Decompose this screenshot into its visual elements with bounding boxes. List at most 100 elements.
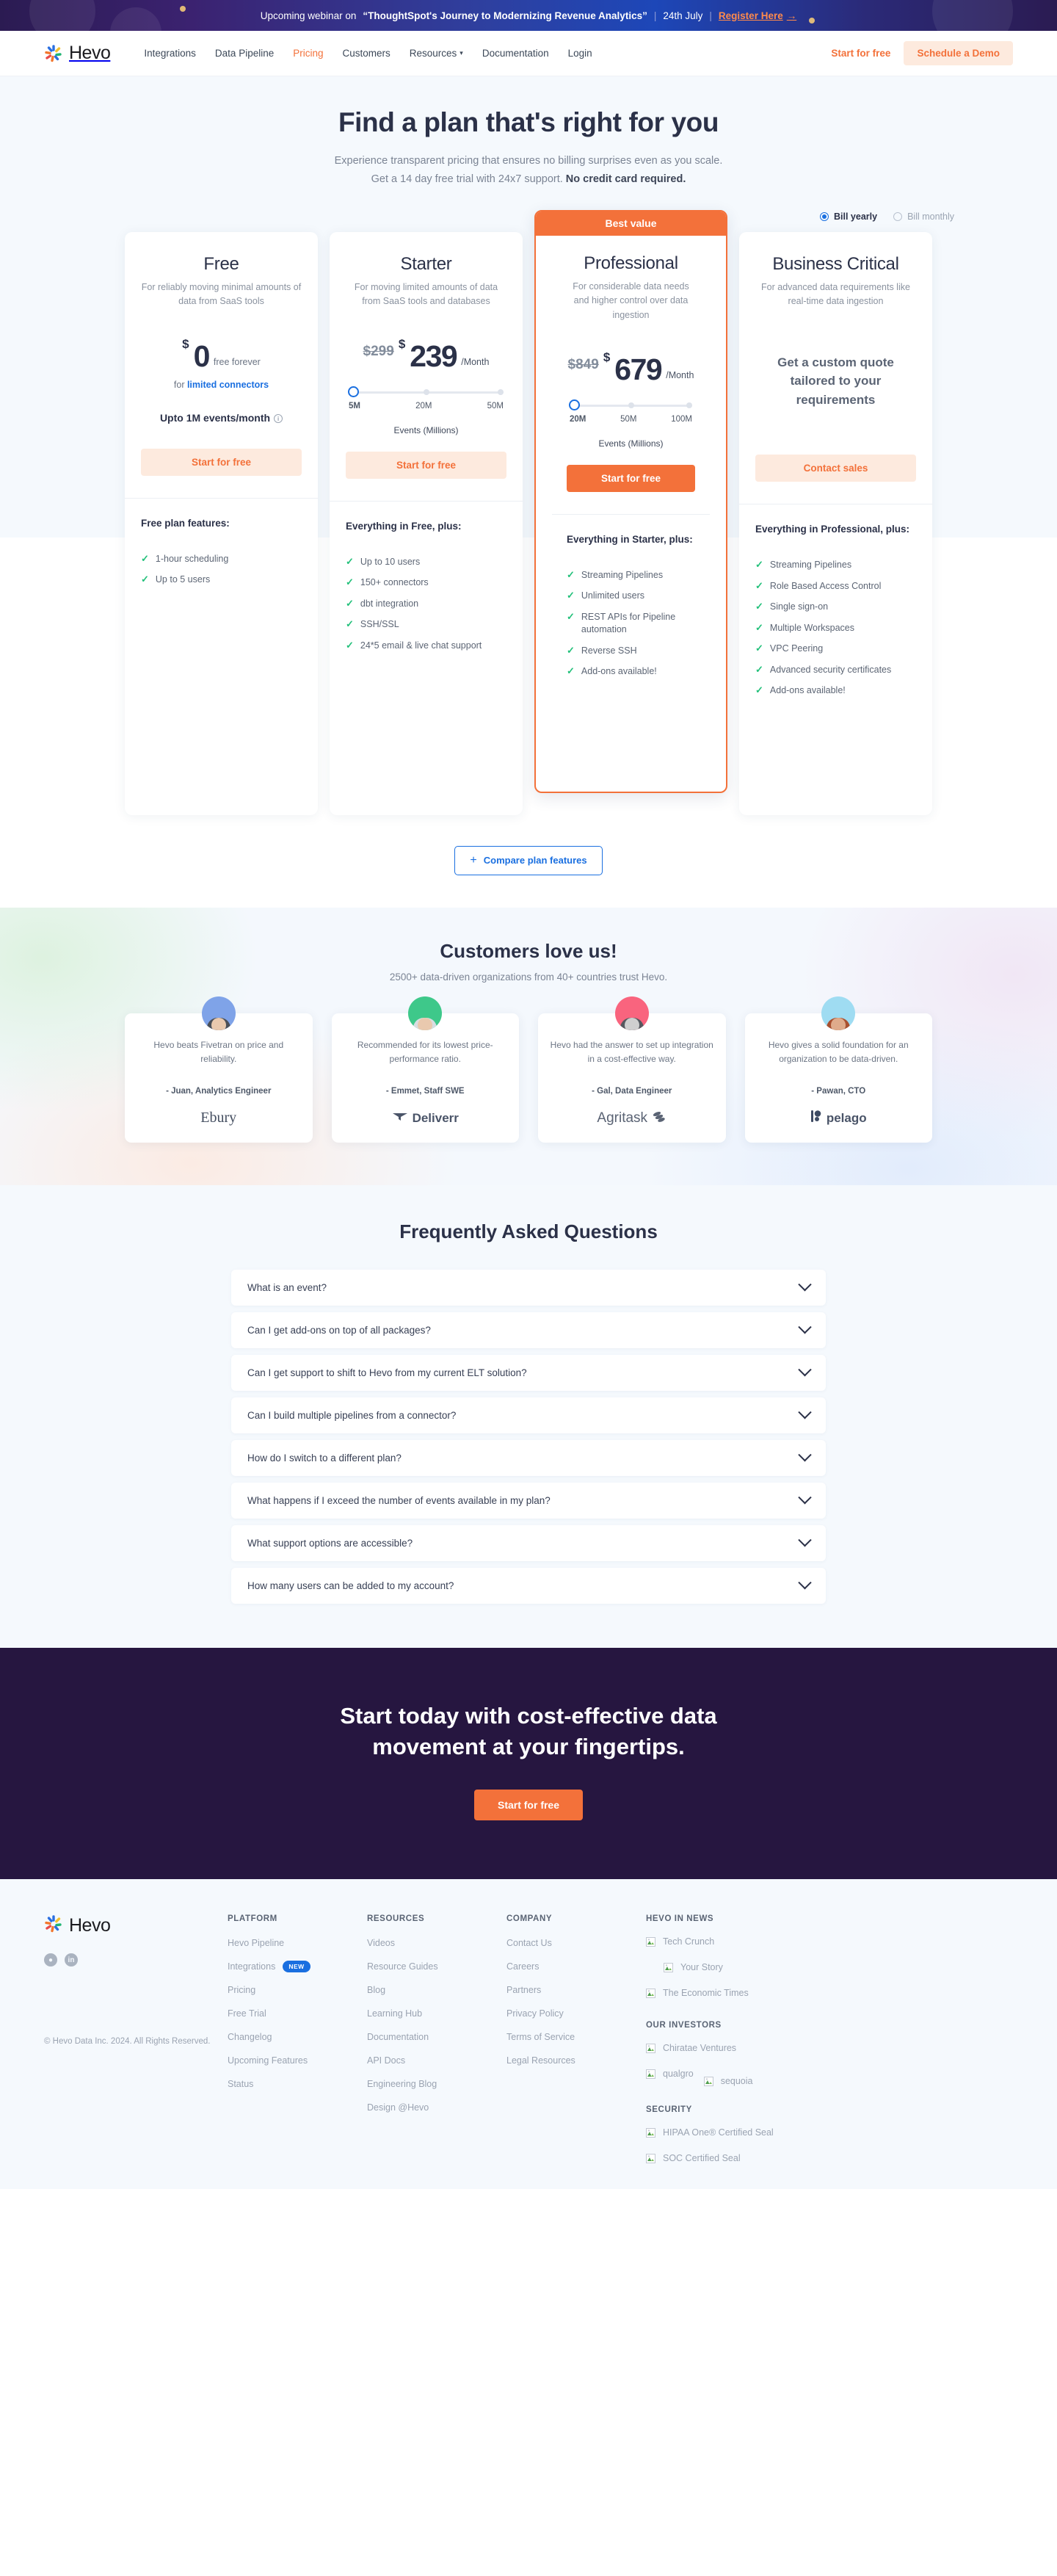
slider-knob[interactable] bbox=[348, 386, 359, 397]
faq-question: Can I build multiple pipelines from a co… bbox=[247, 1409, 457, 1421]
footer-link-hevo-pipeline[interactable]: Hevo Pipeline bbox=[228, 1938, 284, 1948]
divider bbox=[125, 497, 318, 499]
faq-item[interactable]: How many users can be added to my accoun… bbox=[231, 1567, 826, 1604]
plan-card-starter: Starter For moving limited amounts of da… bbox=[330, 231, 523, 815]
footer-link-design-hevo[interactable]: Design @Hevo bbox=[367, 2102, 429, 2113]
footer-link-videos[interactable]: Videos bbox=[367, 1938, 395, 1948]
nav-item-documentation[interactable]: Documentation bbox=[482, 48, 549, 59]
footer-link-legal-resources[interactable]: Legal Resources bbox=[506, 2055, 575, 2066]
plan-cta-professional[interactable]: Start for free bbox=[567, 464, 695, 492]
feature-item: ✓ Streaming Pipelines bbox=[567, 569, 695, 582]
faq-item[interactable]: How do I switch to a different plan? bbox=[231, 1439, 826, 1476]
footer-link-privacy-policy[interactable]: Privacy Policy bbox=[506, 2008, 564, 2019]
plan-cta-free[interactable]: Start for free bbox=[141, 448, 302, 476]
list-item: Engineering Blog bbox=[367, 2077, 506, 2091]
footer-link-api-docs[interactable]: API Docs bbox=[367, 2055, 405, 2066]
footer-link-terms-of-service[interactable]: Terms of Service bbox=[506, 2032, 575, 2042]
investor-link-chiratae[interactable]: Chiratae Ventures bbox=[646, 2043, 736, 2054]
cta-band-start-free-button[interactable]: Start for free bbox=[473, 1790, 584, 1821]
plan-cta-business-critical[interactable]: Contact sales bbox=[755, 455, 916, 482]
hevo-logo-link[interactable]: Hevo bbox=[44, 43, 111, 64]
hevo-logo-icon bbox=[44, 1914, 63, 1937]
events-slider-starter[interactable]: 5M 20M 50M bbox=[346, 386, 506, 410]
footer-link-partners[interactable]: Partners bbox=[506, 1985, 541, 1995]
security-link-hipaa[interactable]: HIPAA One® Certified Seal bbox=[646, 2127, 774, 2138]
slider-knob[interactable] bbox=[569, 399, 580, 411]
avatar-head bbox=[418, 1017, 433, 1030]
footer-link-documentation[interactable]: Documentation bbox=[367, 2032, 429, 2042]
linkedin-icon[interactable]: in bbox=[65, 1953, 78, 1967]
broken-image-icon bbox=[646, 2128, 655, 2138]
slider-track[interactable] bbox=[569, 399, 692, 411]
footer-link-careers[interactable]: Careers bbox=[506, 1961, 539, 1972]
chevron-down-icon[interactable] bbox=[798, 1405, 812, 1419]
register-here-link[interactable]: Register Here → bbox=[719, 10, 796, 21]
footer-link-blog[interactable]: Blog bbox=[367, 1985, 385, 1995]
footer-link-pricing[interactable]: Pricing bbox=[228, 1985, 255, 1995]
slider-stop[interactable] bbox=[628, 402, 634, 409]
info-icon[interactable]: i bbox=[274, 413, 283, 423]
schedule-demo-button[interactable]: Schedule a Demo bbox=[904, 41, 1013, 65]
billing-toggle-wrap: Bill yearly Bill monthly bbox=[0, 203, 1057, 232]
faq-item[interactable]: What support options are accessible? bbox=[231, 1524, 826, 1561]
footer-link-integrations[interactable]: Integrations NEW bbox=[228, 1961, 310, 1973]
faq-item[interactable]: What happens if I exceed the number of e… bbox=[231, 1482, 826, 1519]
chevron-down-icon[interactable] bbox=[798, 1490, 812, 1505]
footer-link-resource-guides[interactable]: Resource Guides bbox=[367, 1961, 438, 1972]
nav-start-free-link[interactable]: Start for free bbox=[831, 48, 890, 59]
footer-link-changelog[interactable]: Changelog bbox=[228, 2032, 272, 2042]
investor-link-qualgro[interactable]: qualgro bbox=[646, 2069, 694, 2080]
billing-option-yearly[interactable]: Bill yearly bbox=[820, 211, 877, 222]
features-list-starter: ✓ Up to 10 users ✓ 150+ connectors ✓ dbt in… bbox=[346, 556, 506, 653]
news-link-your-story[interactable]: Your Story bbox=[664, 1962, 723, 1973]
footer-link-free-trial[interactable]: Free Trial bbox=[228, 2008, 266, 2019]
twitter-icon[interactable]: ● bbox=[44, 1953, 57, 1967]
pricing-section: Free For reliably moving minimal amounts… bbox=[0, 209, 1057, 820]
chevron-down-icon[interactable] bbox=[798, 1277, 812, 1292]
feature-label: Advanced security certificates bbox=[769, 664, 892, 675]
nav-item-data-pipeline[interactable]: Data Pipeline bbox=[215, 48, 274, 59]
faq-item[interactable]: Can I get support to shift to Hevo from … bbox=[231, 1354, 826, 1391]
slider-stop[interactable] bbox=[423, 389, 429, 395]
footer-logo[interactable]: Hevo bbox=[44, 1914, 228, 1937]
nav-item-customers[interactable]: Customers bbox=[343, 48, 391, 59]
chevron-down-icon[interactable] bbox=[798, 1320, 812, 1334]
radio-yearly-icon[interactable] bbox=[820, 211, 829, 221]
faq-item[interactable]: Can I build multiple pipelines from a co… bbox=[231, 1397, 826, 1433]
slider-stop[interactable] bbox=[686, 402, 692, 409]
list-item: Documentation bbox=[367, 2030, 506, 2044]
events-slider-professional[interactable]: 20M 50M 100M bbox=[567, 399, 695, 424]
chevron-down-icon[interactable] bbox=[798, 1533, 812, 1547]
faq-item[interactable]: What is an event? bbox=[231, 1269, 826, 1306]
slider-tick: 5M bbox=[349, 401, 360, 410]
footer-link-status[interactable]: Status bbox=[228, 2079, 253, 2089]
compare-plan-features-button[interactable]: + Compare plan features bbox=[454, 845, 603, 875]
nav-item-login[interactable]: Login bbox=[568, 48, 592, 59]
news-link-tech-crunch[interactable]: Tech Crunch bbox=[646, 1936, 714, 1947]
nav-item-integrations[interactable]: Integrations bbox=[144, 48, 196, 59]
faq-list: What is an event? Can I get add-ons on t… bbox=[231, 1269, 826, 1604]
chevron-down-icon[interactable] bbox=[798, 1575, 812, 1590]
feature-item: ✓ Streaming Pipelines bbox=[755, 559, 916, 572]
nav-item-resources[interactable]: Resources ▾ bbox=[410, 48, 463, 59]
nav-item-pricing[interactable]: Pricing bbox=[293, 48, 323, 59]
footer-link-learning-hub[interactable]: Learning Hub bbox=[367, 2008, 422, 2019]
investor-link-sequoia[interactable]: sequoia bbox=[703, 2076, 753, 2087]
company-name: pelago bbox=[826, 1110, 867, 1125]
radio-monthly-icon[interactable] bbox=[893, 211, 903, 221]
footer-link-contact-us[interactable]: Contact Us bbox=[506, 1938, 552, 1948]
hero-subtitle: Experience transparent pricing that ensu… bbox=[0, 152, 1057, 189]
chevron-down-icon[interactable] bbox=[798, 1362, 812, 1377]
footer-link-engineering-blog[interactable]: Engineering Blog bbox=[367, 2079, 437, 2089]
slider-track[interactable] bbox=[348, 386, 504, 397]
news-link-economic-times[interactable]: The Economic Times bbox=[646, 1988, 749, 1999]
faq-item[interactable]: Can I get add-ons on top of all packages… bbox=[231, 1311, 826, 1348]
plan-cta-starter[interactable]: Start for free bbox=[346, 451, 506, 479]
slider-tick: 20M bbox=[415, 401, 432, 410]
chevron-down-icon[interactable] bbox=[798, 1447, 812, 1462]
slider-stop[interactable] bbox=[498, 389, 504, 395]
limited-connectors-link[interactable]: limited connectors bbox=[187, 380, 269, 390]
footer-link-upcoming-features[interactable]: Upcoming Features bbox=[228, 2055, 308, 2066]
billing-option-monthly[interactable]: Bill monthly bbox=[893, 211, 954, 222]
security-link-soc[interactable]: SOC Certified Seal bbox=[646, 2153, 741, 2164]
